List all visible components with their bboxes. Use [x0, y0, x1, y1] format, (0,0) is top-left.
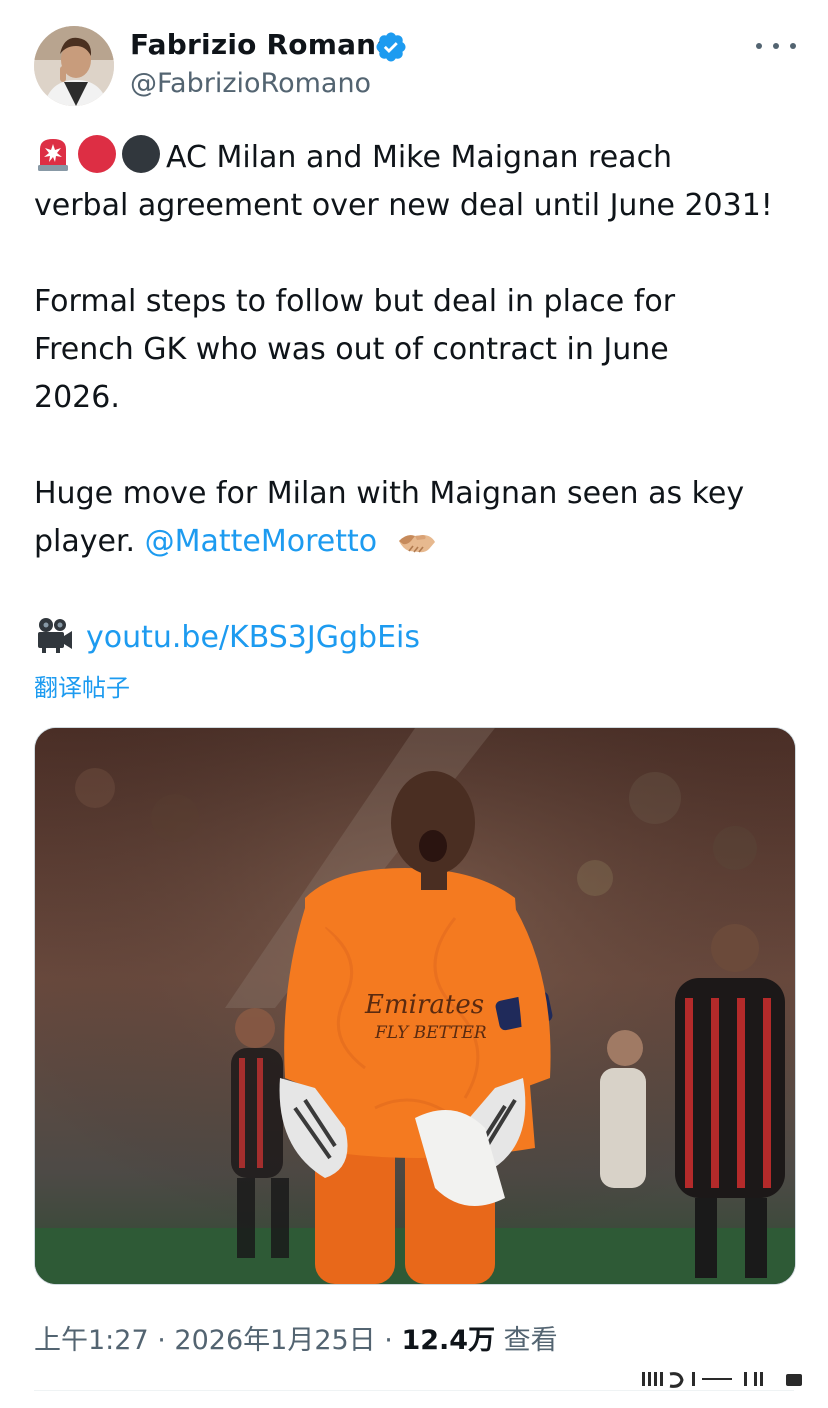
watermark-icon [642, 1372, 802, 1388]
profile-photo-icon [34, 26, 114, 106]
display-name[interactable]: Fabrizio Romano [130, 28, 396, 61]
mention-link[interactable]: @MatteMoretto [145, 524, 378, 559]
meta-separator-1: · [157, 1325, 166, 1356]
tweet-line-6: Huge move for Milan with Maignan seen as… [34, 476, 745, 511]
tweet-line-4: French GK who was out of contract in Jun… [34, 332, 669, 367]
black-circle-icon [122, 135, 160, 173]
views-count: 12.4万 [401, 1325, 496, 1356]
bottom-divider [34, 1390, 794, 1391]
translate-post-link[interactable]: 翻译帖子 [34, 668, 130, 703]
external-link[interactable]: youtu.be/KBS3JGgbEis [86, 620, 420, 655]
svg-text:FLY BETTER: FLY BETTER [374, 1023, 487, 1043]
tweet-card: Fabrizio Romano @FabrizioRomano AC Milan… [0, 0, 828, 1408]
handshake-icon [398, 535, 435, 553]
goalkeeper-photo-icon: Emirates FLY BETTER [35, 728, 795, 1284]
tweet-line-2: verbal agreement over new deal until Jun… [34, 188, 773, 223]
tweet-paragraph-1: AC Milan and Mike Maignan reach verbal a… [34, 134, 804, 230]
movie-camera-icon [38, 618, 72, 653]
verified-badge-icon [376, 32, 406, 62]
tweet-line-5: 2026. [34, 380, 120, 415]
tweet-date[interactable]: 2026年1月25日 [174, 1325, 375, 1356]
tweet-photo[interactable]: Emirates FLY BETTER [34, 727, 796, 1285]
tweet-meta: 上午1:27 · 2026年1月25日 · 12.4万 查看 [34, 1318, 558, 1357]
red-circle-icon [78, 135, 116, 173]
more-options-icon[interactable] [756, 32, 796, 60]
views-label: 查看 [503, 1325, 558, 1356]
tweet-line-3: Formal steps to follow but deal in place… [34, 284, 676, 319]
siren-icon [38, 139, 68, 171]
tweet-line-7-prefix: player. [34, 524, 136, 559]
leading-emojis [34, 135, 160, 173]
avatar[interactable] [34, 26, 114, 106]
tweet-time[interactable]: 上午1:27 [34, 1325, 149, 1356]
tweet-paragraph-2: Formal steps to follow but deal in place… [34, 278, 804, 422]
svg-text:Emirates: Emirates [364, 990, 484, 1020]
tweet-link-line: youtu.be/KBS3JGgbEis [34, 614, 804, 662]
user-handle[interactable]: @FabrizioRomano [130, 68, 371, 99]
tweet-line-1: AC Milan and Mike Maignan reach [166, 140, 673, 175]
tweet-paragraph-3: Huge move for Milan with Maignan seen as… [34, 470, 804, 566]
meta-separator-2: · [384, 1325, 393, 1356]
